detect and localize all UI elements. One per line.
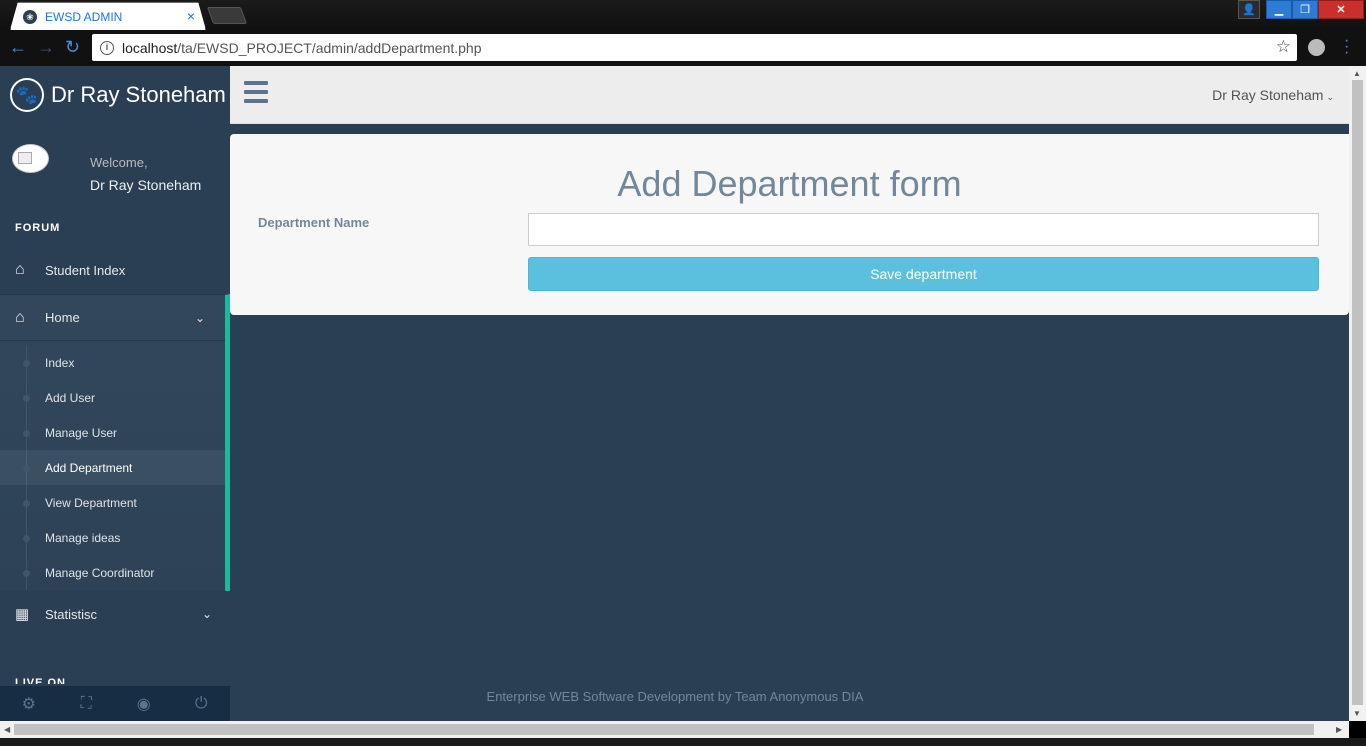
submenu-label: Add User (45, 390, 96, 405)
sidebar-item-home[interactable]: ⌂ Home ⌄ (0, 295, 225, 341)
scroll-thumb[interactable] (14, 724, 1314, 735)
browser-menu-icon[interactable]: · · · (1344, 33, 1349, 61)
home-icon: ⌂ (15, 308, 25, 326)
browser-tab[interactable]: ❀ EWSD ADMIN × (10, 2, 206, 30)
forward-icon[interactable]: → (37, 37, 55, 58)
submenu-label: View Department (45, 495, 137, 510)
back-icon[interactable]: ← (9, 37, 27, 58)
submenu-item-manage-coordinator[interactable]: Manage Coordinator (0, 555, 225, 590)
submenu-item-index[interactable]: Index (0, 345, 225, 380)
submenu-label: Index (45, 355, 75, 370)
sidebar-item-label: Student Index (45, 262, 126, 278)
submenu-item-add-department[interactable]: Add Department (0, 450, 225, 485)
submenu-item-manage-user[interactable]: Manage User (0, 415, 225, 450)
save-department-button[interactable]: Save department (528, 257, 1319, 291)
chevron-down-icon: ⌄ (1326, 92, 1334, 102)
hamburger-menu-icon[interactable] (244, 81, 268, 108)
window-controls: 👤 ▁ ❐ ✕ (1238, 0, 1364, 20)
user-name: Dr Ray Stoneham (1212, 87, 1324, 103)
paw-icon: 🐾 (10, 78, 44, 112)
submenu-item-manage-ideas[interactable]: Manage ideas (0, 520, 225, 555)
home-icon: ⌂ (15, 261, 25, 278)
table-icon: ▦ (15, 606, 30, 623)
submenu-label: Add Department (45, 460, 133, 475)
url-text: localhost/ta/EWSD_PROJECT/admin/addDepar… (122, 39, 482, 56)
bookmark-star-icon[interactable]: ☆ (1276, 37, 1291, 57)
settings-icon[interactable]: ⚙ (0, 686, 58, 721)
tab-title: EWSD ADMIN (45, 10, 123, 24)
submenu-item-add-user[interactable]: Add User (0, 380, 225, 415)
section-title-live-on: LIVE ON (15, 677, 67, 684)
brand-name: Dr Ray Stoneham (51, 82, 226, 107)
page-viewport: 🐾 Dr Ray Stoneham Welcome, Dr Ray Stoneh… (0, 66, 1349, 721)
scroll-right-icon[interactable]: ▶ (1336, 725, 1342, 734)
vertical-scrollbar[interactable]: ▲ ▼ (1349, 66, 1366, 721)
paw-favicon-icon: ❀ (23, 10, 37, 24)
address-bar-row: ← → ↻ i localhost/ta/EWSD_PROJECT/admin/… (0, 30, 1366, 66)
sidebar: 🐾 Dr Ray Stoneham Welcome, Dr Ray Stoneh… (0, 66, 230, 721)
submenu-item-view-department[interactable]: View Department (0, 485, 225, 520)
power-icon[interactable]: ⏻ (173, 686, 231, 721)
sidebar-item-statistics[interactable]: ▦ Statistisc ⌄ (0, 592, 230, 636)
department-name-label: Department Name (258, 215, 370, 230)
scroll-left-icon[interactable]: ◀ (4, 725, 10, 734)
section-title: FORUM (15, 222, 61, 234)
submenu-label: Manage Coordinator (45, 565, 155, 580)
info-icon[interactable]: i (100, 40, 114, 55)
user-dropdown[interactable]: Dr Ray Stoneham ⌄ (1212, 87, 1334, 103)
minimize-icon[interactable]: ▁ (1266, 0, 1292, 19)
scroll-up-icon[interactable]: ▲ (1353, 69, 1361, 78)
sidebar-item-student-index[interactable]: ⌂ Student Index (0, 247, 230, 293)
brand[interactable]: 🐾 Dr Ray Stoneham (10, 78, 226, 112)
close-window-icon[interactable]: ✕ (1318, 0, 1364, 19)
os-taskbar (0, 738, 1366, 746)
department-name-input[interactable] (528, 213, 1319, 246)
profile-name: Dr Ray Stoneham (90, 177, 202, 193)
form-panel: Add Department form Department Name Save… (230, 134, 1349, 315)
sidebar-item-label: Home (45, 310, 80, 325)
scroll-thumb[interactable] (1352, 80, 1363, 705)
horizontal-scrollbar[interactable]: ◀ ▶ (0, 721, 1349, 738)
home-submenu: Index Add User Manage User Add Departmen… (0, 341, 225, 590)
url-input[interactable]: i localhost/ta/EWSD_PROJECT/admin/addDep… (92, 34, 1297, 61)
chevron-down-icon: ⌄ (194, 310, 205, 325)
browser-tab-strip: ❀ EWSD ADMIN × 👤 ▁ ❐ ✕ (0, 0, 1366, 30)
eye-slash-icon[interactable]: ◉ (115, 686, 173, 721)
avatar (12, 144, 49, 173)
tab-close-icon[interactable]: × (187, 8, 195, 24)
fullscreen-icon[interactable]: ⛶ (58, 686, 116, 721)
page-title: Add Department form (617, 163, 962, 204)
sidebar-footer: ⚙ ⛶ ◉ ⏻ (0, 686, 230, 721)
top-navbar: Dr Ray Stoneham ⌄ (230, 66, 1349, 124)
sidebar-group-home: ⌂ Home ⌄ Index Add User Manage User Add … (0, 294, 230, 591)
submenu-label: Manage User (45, 425, 118, 440)
profile-icon[interactable]: 👤 (1238, 0, 1260, 19)
scroll-down-icon[interactable]: ▼ (1353, 709, 1361, 718)
new-tab-button[interactable] (206, 7, 248, 24)
extension-icon[interactable] (1308, 39, 1325, 56)
restore-icon[interactable]: ❐ (1292, 0, 1318, 19)
reload-icon[interactable]: ↻ (65, 37, 80, 58)
submenu-label: Manage ideas (45, 530, 121, 545)
sidebar-item-label: Statistisc (45, 606, 98, 622)
footer-text: Enterprise WEB Software Development by T… (486, 689, 864, 704)
chevron-down-icon: ⌄ (201, 607, 212, 621)
welcome-text: Welcome, (90, 155, 148, 170)
